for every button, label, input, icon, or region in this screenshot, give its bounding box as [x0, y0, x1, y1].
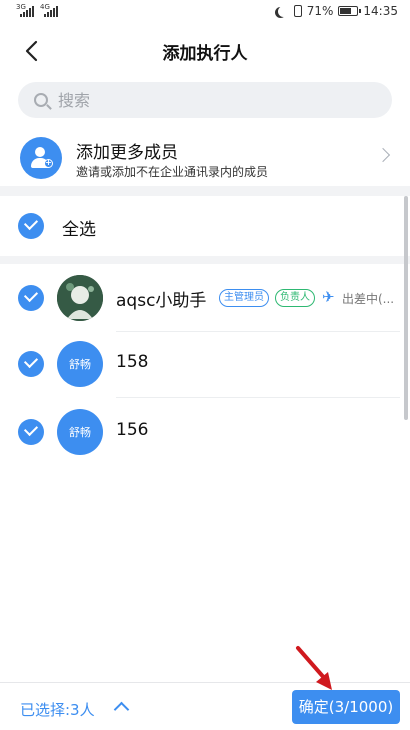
add-member-icon: + [20, 137, 62, 179]
page-title: 添加执行人 [162, 44, 248, 64]
select-all-row[interactable]: 全选 [0, 196, 410, 256]
airplane-icon: ✈ [322, 288, 335, 306]
chevron-right-icon [375, 147, 391, 163]
section-divider [0, 256, 410, 264]
avatar: 舒畅 [57, 409, 103, 455]
member-row[interactable]: aqsc小助手 主管理员 负责人 ✈ 出差中(... [0, 264, 400, 332]
add-more-subtitle: 邀请或添加不在企业通讯录内的成员 [76, 165, 269, 179]
scrollbar[interactable] [404, 196, 408, 420]
owner-tag: 负责人 [275, 289, 315, 307]
search-bar[interactable] [18, 82, 392, 118]
select-all-checkbox[interactable] [18, 213, 44, 239]
avatar [57, 275, 103, 321]
status-text: 出差中(... [342, 292, 395, 306]
chevron-up-icon[interactable] [113, 701, 130, 718]
search-icon [34, 93, 48, 107]
confirm-button[interactable]: 确定(3/1000) [292, 690, 400, 724]
member-name: 158 [116, 352, 149, 372]
selected-count[interactable]: 已选择:3人 [20, 699, 95, 720]
status-bar: 3G 4G 71% 14:35 [16, 3, 398, 18]
add-more-members-row[interactable]: + 添加更多成员 邀请或添加不在企业通讯录内的成员 [0, 130, 410, 186]
annotation-arrow-icon [296, 646, 332, 690]
member-row[interactable]: 舒畅 158 [0, 330, 400, 398]
bottom-bar: 已选择:3人 确定(3/1000) [0, 682, 410, 730]
avatar: 舒畅 [57, 341, 103, 387]
clock: 14:35 [363, 4, 398, 18]
member-name: aqsc小助手 [116, 291, 207, 311]
add-more-title: 添加更多成员 [76, 143, 178, 163]
member-checkbox[interactable] [18, 419, 44, 445]
battery-percent: 71% [306, 4, 334, 18]
do-not-disturb-icon [278, 6, 289, 17]
search-input[interactable] [58, 90, 358, 110]
header: 添加执行人 [0, 26, 410, 76]
battery-icon [338, 6, 362, 16]
select-all-label: 全选 [62, 220, 96, 240]
member-checkbox[interactable] [18, 285, 44, 311]
member-checkbox[interactable] [18, 351, 44, 377]
member-row[interactable]: 舒畅 156 [0, 398, 400, 466]
member-name: 156 [116, 420, 149, 440]
admin-tag: 主管理员 [219, 289, 269, 307]
section-divider [0, 186, 410, 196]
vibrate-icon [293, 5, 302, 17]
